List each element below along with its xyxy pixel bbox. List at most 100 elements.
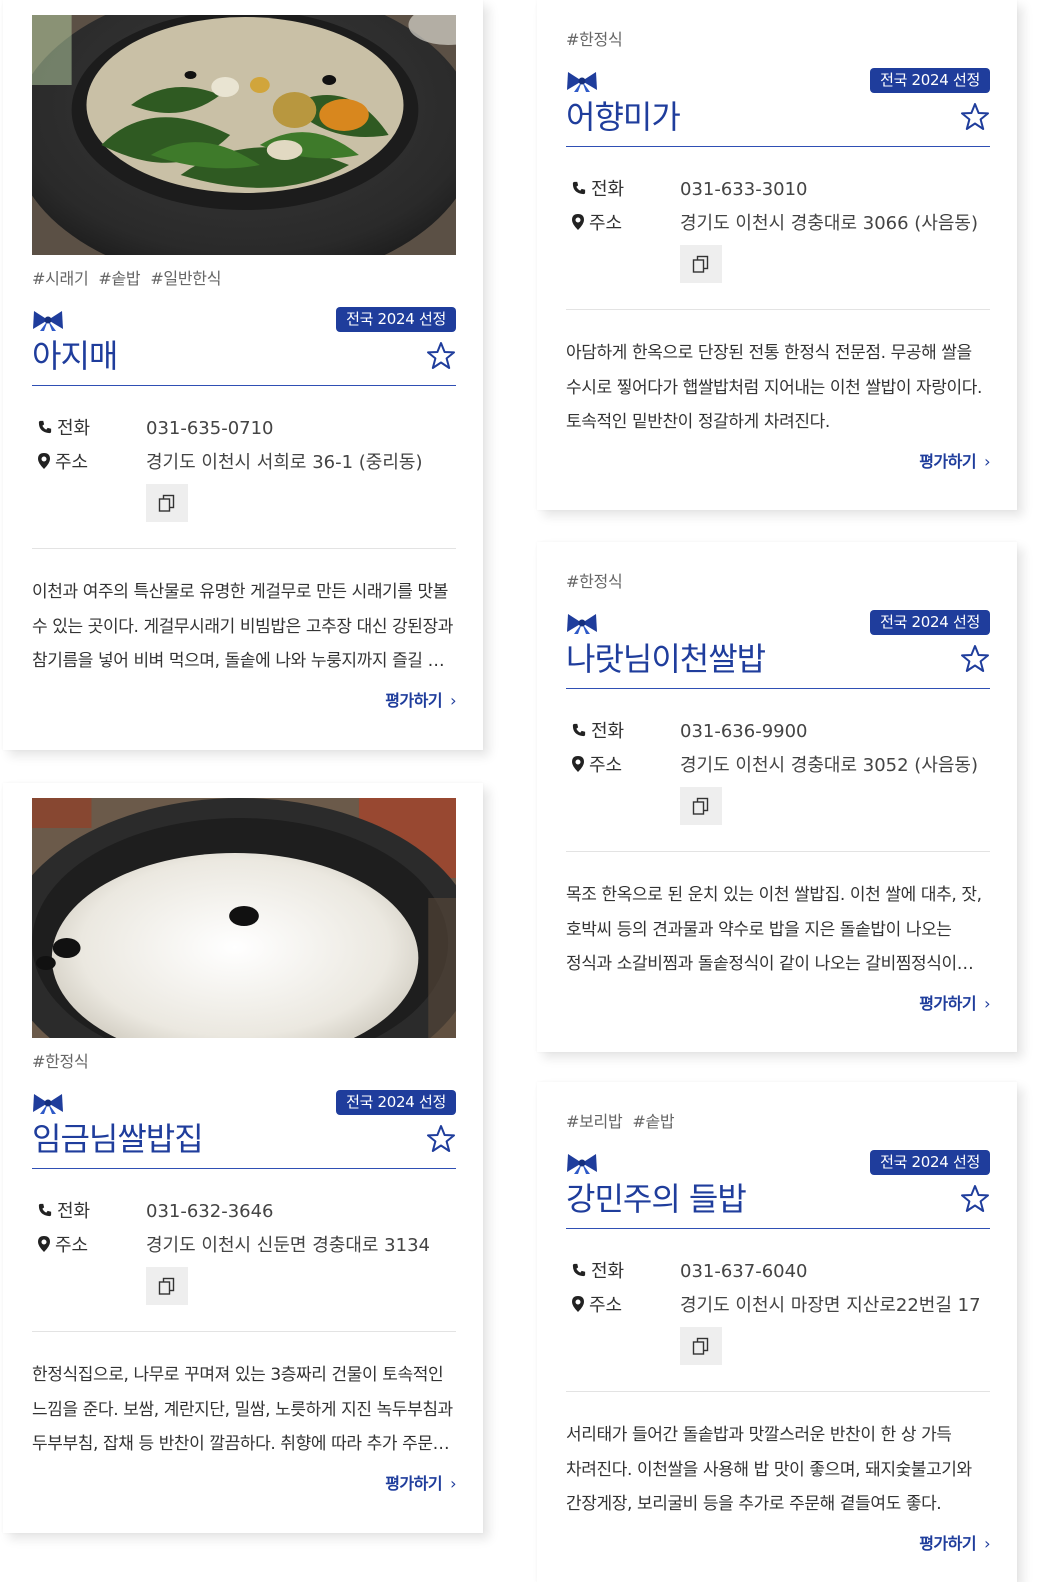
phone-number[interactable]: 031-637-6040 [680,1257,808,1287]
address-text: 경기도 이천시 경충대로 3066 (사음동) [680,213,979,234]
rate-link[interactable]: 평가하기 › [32,1470,456,1494]
description: 서리태가 들어간 돌솥밥과 맛깔스러운 반찬이 한 상 가득 차려진다. 이천쌀… [566,1425,972,1514]
copy-icon [692,797,709,815]
restaurant-card: #한정식 전국 2024 선정 임금님쌀밥집 전화 031-632-3646 주… [3,783,483,1533]
restaurant-card: #한정식 전국 2024 선정 나랏님이천쌀밥 전화 031-636-9900 … [537,542,1017,1052]
restaurant-card: #시래기 #솥밥 #일반한식 전국 2024 선정 아지매 전화 031-635-0… [3,0,483,750]
address-label: 주소 [589,755,623,776]
copy-icon [692,1337,709,1355]
selection-badge: 전국 2024 선정 [870,610,990,635]
address-text: 경기도 이천시 신둔면 경충대로 3134 [146,1235,430,1256]
rate-link[interactable]: 평가하기 › [566,990,990,1014]
phone-number[interactable]: 031-635-0710 [146,414,274,444]
tag[interactable]: #한정식 [566,572,623,591]
description: 이천과 여주의 특산물로 유명한 게걸무로 만든 시래기를 맛볼 수 있는 곳이… [32,582,454,671]
rate-label: 평가하기 [919,1534,977,1553]
restaurant-name: 아지매 [32,337,118,375]
copy-address-button[interactable] [680,787,722,825]
phone-number[interactable]: 031-636-9900 [680,717,808,747]
chevron-right-icon: › [984,994,990,1013]
selection-badge: 전국 2024 선정 [336,1090,456,1115]
address-label: 주소 [589,1295,623,1316]
favorite-star-icon[interactable] [426,341,456,371]
copy-address-button[interactable] [680,245,722,283]
tag-list: #보리밥 #솥밥 [566,1112,990,1132]
favorite-star-icon[interactable] [426,1124,456,1154]
phone-number[interactable]: 031-633-3010 [680,175,808,205]
tag[interactable]: #솥밥 [98,269,140,288]
location-pin-icon [38,453,50,469]
favorite-star-icon[interactable] [960,1184,990,1214]
description: 한정식집으로, 나무로 꾸며져 있는 3층짜리 건물이 토속적인 느낌을 준다.… [32,1365,453,1454]
copy-icon [692,255,709,273]
copy-icon [158,494,175,512]
favorite-star-icon[interactable] [960,102,990,132]
restaurant-card: #보리밥 #솥밥 전국 2024 선정 강민주의 들밥 전화 031-637-60… [537,1082,1017,1582]
location-pin-icon [572,1296,584,1312]
restaurant-card: #한정식 전국 2024 선정 어향미가 전화 031-633-3010 주소 … [537,0,1017,510]
selection-badge: 전국 2024 선정 [870,68,990,93]
phone-icon [572,181,586,195]
copy-address-button[interactable] [146,1267,188,1305]
tag[interactable]: #보리밥 [566,1112,623,1131]
phone-label: 전화 [57,1201,91,1222]
divider [32,548,456,549]
rate-label: 평가하기 [919,994,977,1013]
selection-badge: 전국 2024 선정 [336,307,456,332]
divider [566,851,990,852]
phone-icon [38,420,52,434]
food-photo[interactable] [32,15,456,255]
phone-icon [38,1203,52,1217]
location-pin-icon [572,214,584,230]
chevron-right-icon: › [450,691,456,710]
address-text: 경기도 이천시 마장면 지산로22번길 17 [680,1295,981,1316]
phone-icon [572,1263,586,1277]
tag-list: #한정식 [32,1052,456,1072]
description: 아담하게 한옥으로 단장된 전통 한정식 전문점. 무공해 쌀을 수시로 찧어다… [566,343,983,432]
rate-label: 평가하기 [919,452,977,471]
tag-list: #시래기 #솥밥 #일반한식 [32,269,456,289]
rate-label: 평가하기 [385,691,443,710]
divider [566,1391,990,1392]
chevron-right-icon: › [984,452,990,471]
tag[interactable]: #일반한식 [150,269,221,288]
address-text: 경기도 이천시 경충대로 3052 (사음동) [680,755,979,776]
tag[interactable]: #시래기 [32,269,89,288]
ribbon-icon [567,72,597,92]
copy-icon [158,1277,175,1295]
phone-number[interactable]: 031-632-3646 [146,1197,274,1227]
rate-link[interactable]: 평가하기 › [32,687,456,711]
food-photo[interactable] [32,798,456,1038]
address-text: 경기도 이천시 서희로 36-1 (중리동) [146,452,423,473]
phone-label: 전화 [591,1261,625,1282]
rate-link[interactable]: 평가하기 › [566,1530,990,1554]
restaurant-name: 임금님쌀밥집 [32,1120,204,1158]
address-label: 주소 [55,452,89,473]
tag[interactable]: #한정식 [32,1052,89,1071]
copy-address-button[interactable] [146,484,188,522]
tag[interactable]: #솥밥 [632,1112,674,1131]
description: 목조 한옥으로 된 운치 있는 이천 쌀밥집. 이천 쌀에 대추, 잣, 호박씨… [566,885,982,974]
copy-address-button[interactable] [680,1327,722,1365]
chevron-right-icon: › [450,1474,456,1493]
address-label: 주소 [55,1235,89,1256]
ribbon-icon [33,1094,63,1114]
location-pin-icon [38,1236,50,1252]
rate-link[interactable]: 평가하기 › [566,448,990,472]
restaurant-name: 나랏님이천쌀밥 [566,640,766,678]
location-pin-icon [572,756,584,772]
tag-list: #한정식 [566,30,990,50]
ribbon-icon [567,614,597,634]
favorite-star-icon[interactable] [960,644,990,674]
restaurant-name: 강민주의 들밥 [566,1180,747,1218]
phone-icon [572,723,586,737]
address-label: 주소 [589,213,623,234]
divider [32,1331,456,1332]
divider [566,309,990,310]
rate-label: 평가하기 [385,1474,443,1493]
phone-label: 전화 [591,179,625,200]
selection-badge: 전국 2024 선정 [870,1150,990,1175]
chevron-right-icon: › [984,1534,990,1553]
tag[interactable]: #한정식 [566,30,623,49]
ribbon-icon [33,311,63,331]
